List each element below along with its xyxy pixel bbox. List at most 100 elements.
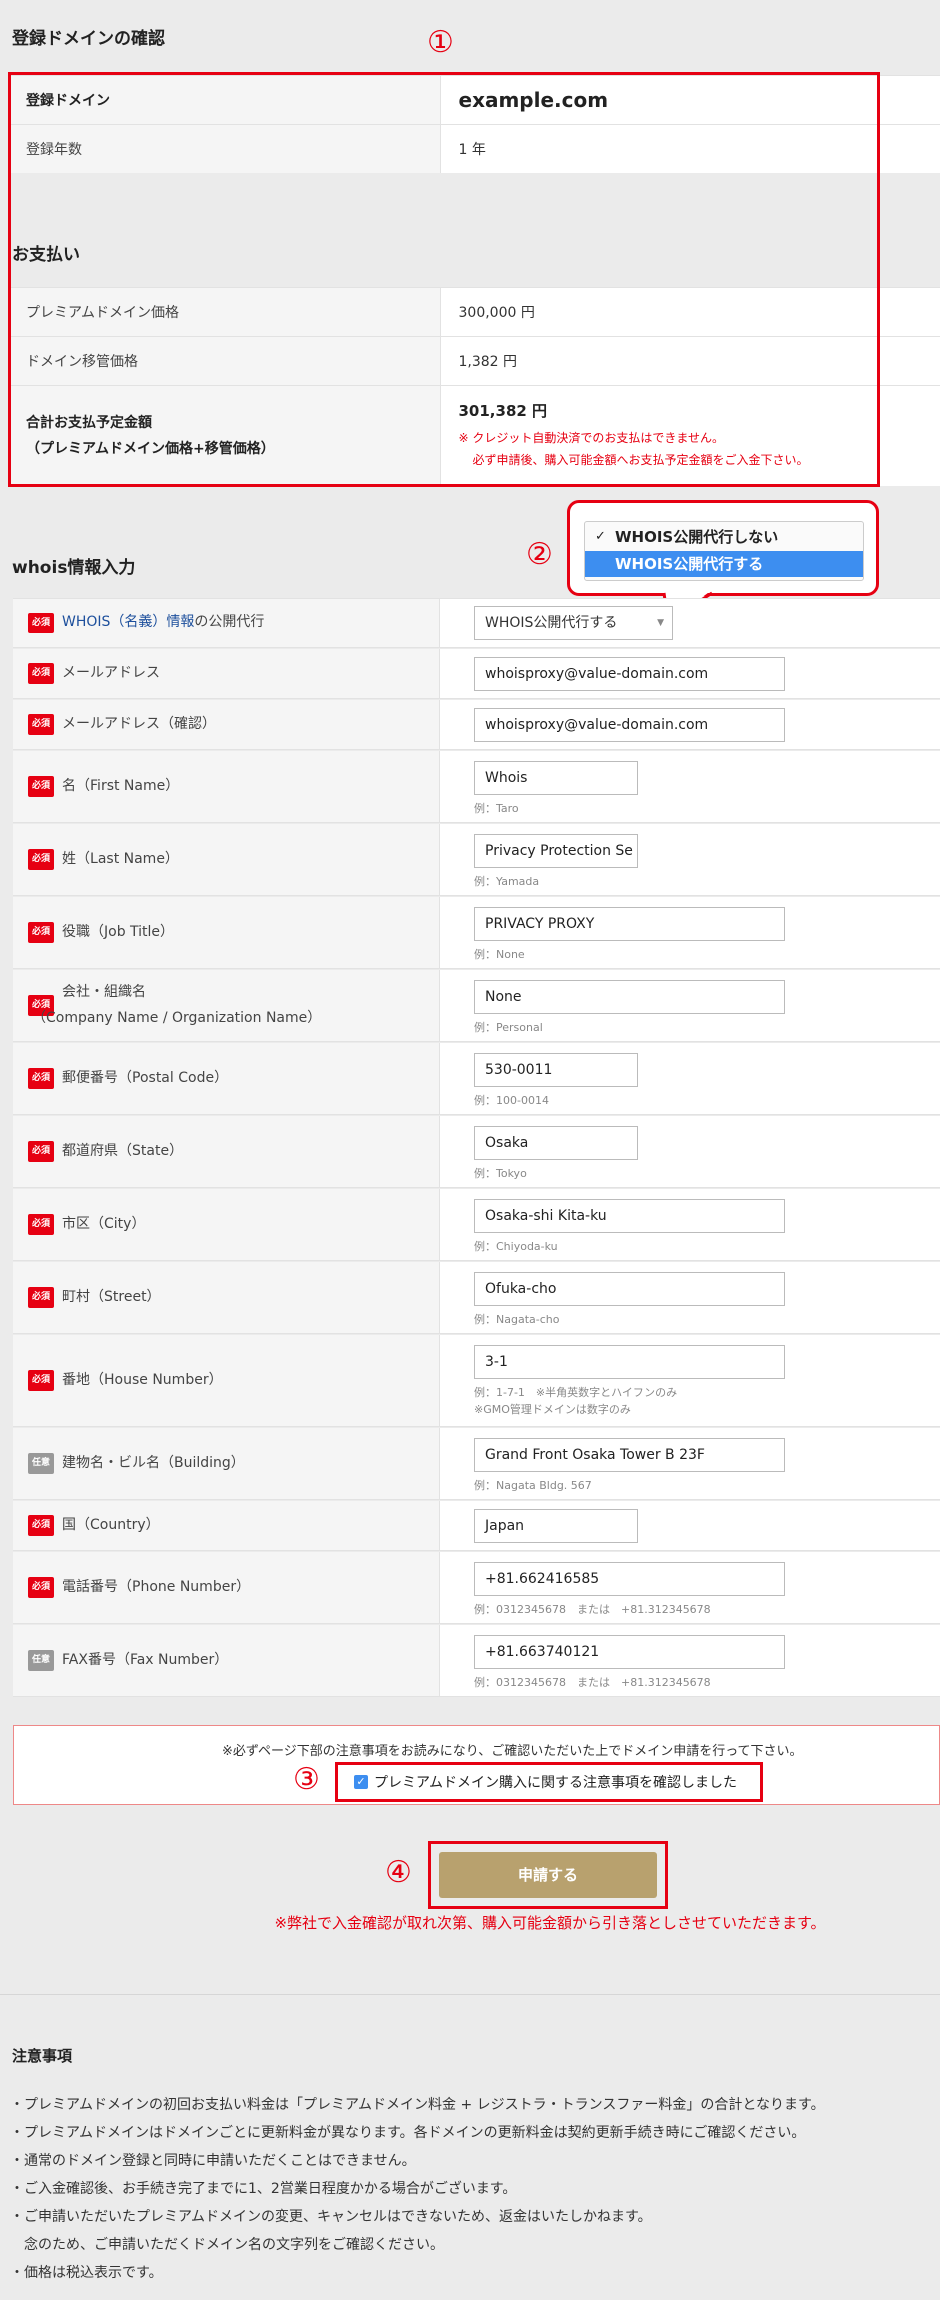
form-row-label: 任意 FAX番号（Fax Number） xyxy=(13,1625,440,1696)
form-row-label: 任意 建物名・ビル名（Building） xyxy=(13,1428,440,1499)
confirm-value-domain: example.com xyxy=(440,75,940,125)
notes-title: 注意事項 xyxy=(12,2047,73,2065)
form-row-label: 必須 電話番号（Phone Number） xyxy=(13,1552,440,1623)
form-input[interactable]: PRIVACY PROXY xyxy=(474,907,785,941)
dropdown-option-no-proxy[interactable]: ✓ WHOIS公開代行しない xyxy=(585,524,863,550)
confirm-value-years: 1 年 xyxy=(440,124,940,173)
form-example: 例：100-0014 xyxy=(474,1094,549,1107)
form-row: 必須 名（First Name） Whois 例：Taro xyxy=(13,751,940,823)
payment-label-premium: プレミアムドメイン価格 xyxy=(8,287,441,337)
agree-checkbox[interactable]: ✓ xyxy=(354,1775,368,1789)
form-input[interactable]: 3-1 xyxy=(474,1345,785,1379)
confirm-table: 登録ドメイン example.com 登録年数 1 年 xyxy=(8,75,940,173)
agree-checkbox-label[interactable]: プレミアムドメイン購入に関する注意事項を確認しました xyxy=(374,1772,737,1792)
form-input[interactable]: Privacy Protection Se xyxy=(474,834,638,868)
payment-total-cell: 301,382 円 ※ クレジット自動決済でのお支払はできません。 必ず申請後、… xyxy=(440,385,940,486)
submit-button[interactable]: 申請する xyxy=(439,1852,657,1898)
form-row: 必須 メールアドレス whoisproxy@value-domain.com xyxy=(13,649,940,699)
form-example: 例：1-7-1 ※半角英数字とハイフンのみ xyxy=(474,1386,678,1399)
dropdown-option-proxy[interactable]: WHOIS公開代行する xyxy=(585,551,863,577)
form-input[interactable]: Grand Front Osaka Tower B 23F xyxy=(474,1438,785,1472)
form-row-label: 必須 会社・組織名 （Company Name / Organization Nam… xyxy=(13,970,440,1041)
form-example: 例：0312345678 または +81.312345678 xyxy=(474,1603,711,1616)
form-label-text: 市区（City） xyxy=(62,1215,146,1232)
form-input[interactable]: Japan xyxy=(474,1509,638,1543)
form-row: 必須 メールアドレス（確認） whoisproxy@value-domain.com xyxy=(13,700,940,750)
form-input[interactable]: Whois xyxy=(474,761,638,795)
form-input[interactable]: whoisproxy@value-domain.com xyxy=(474,657,785,691)
form-row-label: 必須 国（Country） xyxy=(13,1501,440,1550)
form-example: 例：Personal xyxy=(474,1021,543,1034)
whois-title: whois情報入力 xyxy=(12,558,136,578)
form-example: 例：Yamada xyxy=(474,875,540,888)
check-icon: ✓ xyxy=(595,529,606,544)
form-row: 任意 FAX番号（Fax Number） +81.663740121 例：031234… xyxy=(13,1625,940,1697)
required-badge: 必須 xyxy=(28,1287,55,1308)
form-input[interactable]: Osaka xyxy=(474,1126,638,1160)
notes-item: ・プレミアムドメインはドメインごとに更新料金が異なります。各ドメインの更新料金は… xyxy=(10,2125,806,2141)
form-example: 例：None xyxy=(474,948,525,961)
required-badge: 必須 xyxy=(28,922,55,943)
form-label-text: メールアドレス（確認） xyxy=(62,715,217,732)
form-label-text: 国（Country） xyxy=(62,1516,160,1533)
divider xyxy=(0,1994,940,1995)
required-badge: 必須 xyxy=(28,1214,55,1235)
payment-table: プレミアムドメイン価格 300,000 円 ドメイン移管価格 1,382 円 合… xyxy=(8,287,940,486)
form-label-text: 町村（Street） xyxy=(62,1288,161,1305)
form-row: 必須 姓（Last Name） Privacy Protection Se 例：Yam… xyxy=(13,824,940,896)
required-badge: 必須 xyxy=(28,1141,55,1162)
notes-item: 念のため、ご申請いただくドメイン名の文字列をご確認ください。 xyxy=(10,2237,444,2253)
required-badge: 必須 xyxy=(28,1577,55,1598)
whois-proxy-select[interactable]: WHOIS公開代行する ▼ xyxy=(474,606,673,640)
required-badge: 必須 xyxy=(28,714,55,735)
payment-value-premium: 300,000 円 xyxy=(440,287,940,337)
payment-total-label-line1: 合計お支払予定金額 xyxy=(26,414,152,431)
form-row: 必須 町村（Street） Ofuka-cho 例：Nagata-cho xyxy=(13,1262,940,1334)
payment-total-note2: 必ず申請後、購入可能金額へお支払予定金額をご入金下さい。 xyxy=(472,453,809,468)
notes-list: ・プレミアムドメインの初回お支払い料金は「プレミアムドメイン料金 + レジストラ… xyxy=(10,2091,935,2287)
payment-label-transfer: ドメイン移管価格 xyxy=(8,336,441,386)
form-input[interactable]: +81.663740121 xyxy=(474,1635,785,1669)
form-row: 必須 国（Country） Japan xyxy=(13,1501,940,1551)
form-row-label: 必須 番地（House Number） xyxy=(13,1335,440,1426)
form-row-label: 必須 市区（City） xyxy=(13,1189,440,1260)
form-label-line1: 会社・組織名 xyxy=(62,984,147,1001)
form-label-line2: （Company Name / Organization Name） xyxy=(32,1009,322,1026)
dropdown-option-no-proxy-label: WHOIS公開代行しない xyxy=(615,528,779,546)
payment-total-value: 301,382 円 xyxy=(458,402,548,421)
confirm-label-years: 登録年数 xyxy=(8,124,441,173)
form-label-text: 電話番号（Phone Number） xyxy=(62,1578,251,1595)
payment-total-note1: ※ クレジット自動決済でのお支払はできません。 xyxy=(458,431,725,446)
form-label-text: 建物名・ビル名（Building） xyxy=(62,1454,245,1471)
whois-info-link[interactable]: WHOIS（名義）情報 xyxy=(62,610,194,635)
form-row: 必須 番地（House Number） 3-1 例：1-7-1 ※半角英数字とハイフン… xyxy=(13,1335,940,1427)
form-row: 必須 市区（City） Osaka-shi Kita-ku 例：Chiyoda-ku xyxy=(13,1189,940,1261)
form-label-text: 名（First Name） xyxy=(62,777,180,794)
payment-total-label: 合計お支払予定金額 （プレミアムドメイン価格+移管価格） xyxy=(8,385,441,486)
dropdown-menu: ✓ WHOIS公開代行しない WHOIS公開代行する xyxy=(584,521,864,581)
form-input[interactable]: Ofuka-cho xyxy=(474,1272,785,1306)
form-row-label: 必須 メールアドレス（確認） xyxy=(13,700,440,749)
form-label-text: 番地（House Number） xyxy=(62,1371,223,1388)
form-input[interactable]: 530-0011 xyxy=(474,1053,638,1087)
form-input[interactable]: Osaka-shi Kita-ku xyxy=(474,1199,785,1233)
confirm-title: 登録ドメインの確認 xyxy=(12,29,165,49)
form-input[interactable]: +81.662416585 xyxy=(474,1562,785,1596)
optional-badge: 任意 xyxy=(28,1650,55,1671)
form-example: 例：Taro xyxy=(474,802,519,815)
whois-proxy-suffix: の公開代行 xyxy=(194,614,265,631)
annotation-3: ③ xyxy=(293,1762,320,1797)
payment-value-transfer: 1,382 円 xyxy=(440,336,940,386)
required-badge: 必須 xyxy=(28,1370,55,1391)
payment-title: お支払い xyxy=(12,245,80,265)
form-label-text: 都道府県（State） xyxy=(62,1142,184,1159)
notes-item: ・通常のドメイン登録と同時に申請いただくことはできません。 xyxy=(10,2153,416,2169)
form-row-label: 必須 都道府県（State） xyxy=(13,1116,440,1187)
form-input[interactable]: whoisproxy@value-domain.com xyxy=(474,708,785,742)
form-example2: ※GMO管理ドメインは数字のみ xyxy=(474,1403,631,1416)
agree-notice: ※必ずページ下部の注意事項をお読みになり、ご確認いただいた上でドメイン申請を行っ… xyxy=(222,1744,803,1759)
form-input[interactable]: None xyxy=(474,980,785,1014)
form-label-text: 郵便番号（Postal Code） xyxy=(62,1069,229,1086)
annotation-4: ④ xyxy=(385,1855,412,1890)
row-whois-proxy: 必須 WHOIS（名義）情報 の公開代行 WHOIS公開代行する ▼ xyxy=(13,598,940,648)
